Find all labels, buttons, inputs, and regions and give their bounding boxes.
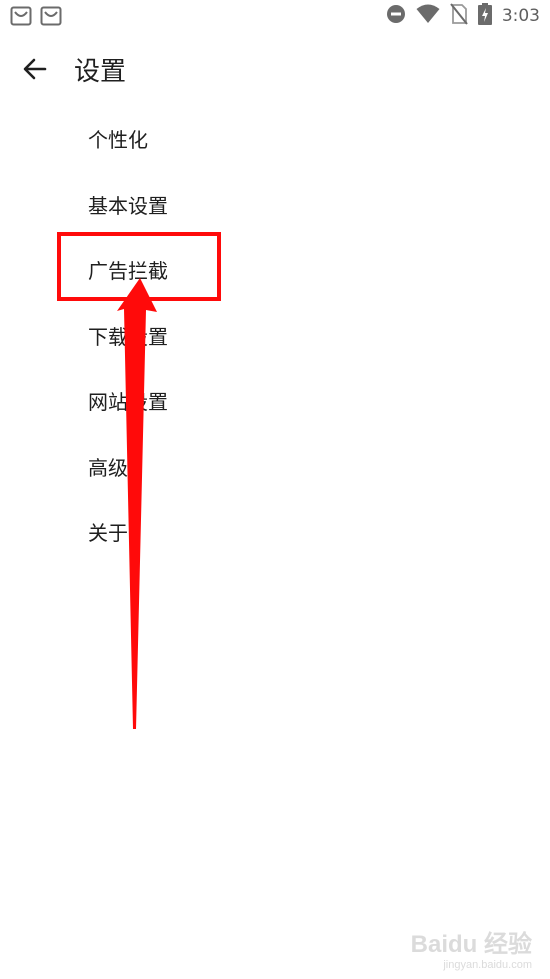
- app-notification-icon: [10, 6, 32, 26]
- back-button[interactable]: [20, 54, 50, 84]
- system-icons: 3:03: [386, 3, 550, 29]
- settings-item-personalization[interactable]: 个性化: [0, 106, 550, 172]
- app-notification-icon: [40, 6, 62, 26]
- watermark-url: jingyan.baidu.com: [443, 959, 532, 971]
- app-bar: 设置: [0, 40, 550, 100]
- settings-item-about[interactable]: 关于: [0, 499, 550, 565]
- battery-charging-icon: [477, 3, 492, 29]
- settings-item-basic-settings[interactable]: 基本设置: [0, 172, 550, 238]
- watermark: Baidu 经验 jingyan.baidu.com: [411, 924, 532, 971]
- clock: 3:03: [501, 5, 540, 26]
- wifi-icon: [416, 4, 440, 28]
- do-not-disturb-icon: [386, 4, 406, 28]
- page-title: 设置: [74, 57, 127, 87]
- settings-item-ad-blocking[interactable]: 广告拦截: [0, 237, 550, 303]
- status-bar: 3:03: [0, 0, 550, 32]
- notification-icons: [0, 6, 62, 26]
- settings-item-download-settings[interactable]: 下载设置: [0, 303, 550, 369]
- settings-item-site-settings[interactable]: 网站设置: [0, 368, 550, 434]
- settings-item-advanced[interactable]: 高级: [0, 434, 550, 500]
- watermark-brand: Baidu 经验: [410, 931, 532, 958]
- no-sim-icon: [450, 3, 468, 29]
- arrow-left-icon: [23, 58, 47, 80]
- settings-list: 个性化 基本设置 广告拦截 下载设置 网站设置 高级 关于: [0, 106, 550, 565]
